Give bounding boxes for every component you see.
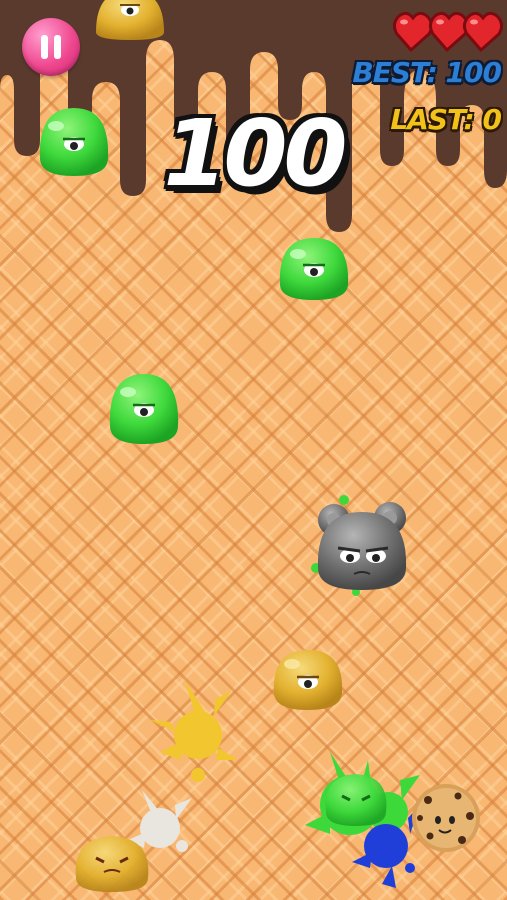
yellow-jelly-top[interactable] (96, 0, 164, 40)
yellow-jelly-bottom[interactable] (273, 650, 343, 710)
squashed-green-jelly (325, 774, 387, 826)
cookie-character[interactable] (412, 784, 480, 852)
current-score: 100 (163, 100, 347, 207)
green-jelly-right[interactable] (279, 238, 349, 300)
game-stage[interactable]: BEST: 100 LAST: 0 100 (0, 0, 507, 900)
lives-hearts (393, 11, 503, 53)
heart-icon (428, 11, 470, 53)
heart-icon (462, 11, 503, 53)
gray-eared-jelly[interactable] (317, 502, 407, 590)
best-score: BEST: 100 (352, 56, 502, 89)
squashed-yellow-jelly (75, 836, 149, 892)
green-jelly-middle[interactable] (109, 374, 179, 444)
heart-icon (393, 11, 434, 53)
pause-button[interactable] (22, 18, 80, 76)
